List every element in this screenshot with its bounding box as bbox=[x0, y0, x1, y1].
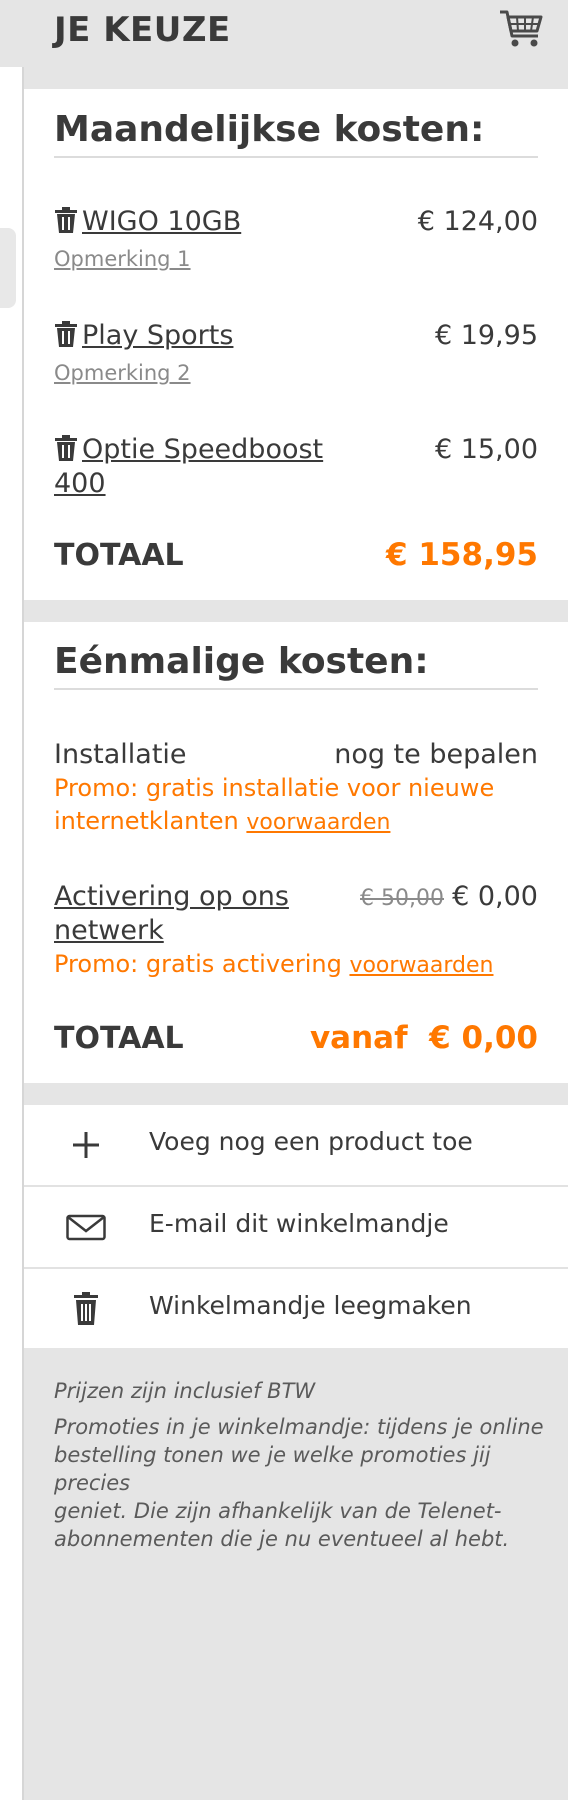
monthly-costs-panel: Maandelijkse kosten: WIGO 10GB € 124,00 … bbox=[24, 89, 568, 600]
activation-label-line2[interactable]: netwerk bbox=[54, 914, 164, 948]
activation-price: € 0,00 bbox=[452, 881, 538, 912]
onetime-total-value: vanaf € 0,00 bbox=[309, 1020, 538, 1056]
item-price-speedboost: € 15,00 bbox=[434, 434, 538, 465]
left-page-edge bbox=[0, 67, 24, 1800]
item-name-speedboost-line2[interactable]: 400 bbox=[54, 467, 106, 501]
item-name-play-sports[interactable]: Play Sports bbox=[54, 319, 233, 353]
item-price-play-sports: € 19,95 bbox=[434, 320, 538, 351]
onetime-costs-title: Eénmalige kosten: bbox=[54, 641, 538, 690]
promo-note-line: Promoties in je winkelmandje: tijdens je… bbox=[54, 1415, 544, 1439]
envelope-icon bbox=[66, 1214, 106, 1241]
plus-icon bbox=[73, 1132, 99, 1158]
installation-conditions-link[interactable]: voorwaarden bbox=[246, 810, 390, 835]
item-price-wigo: € 124,00 bbox=[417, 206, 538, 237]
monthly-total-label: TOTAAL bbox=[54, 538, 184, 573]
trash-icon bbox=[74, 1292, 98, 1325]
left-page-tab bbox=[0, 228, 16, 308]
item-name-speedboost[interactable]: Optie Speedboost bbox=[54, 433, 323, 467]
empty-cart-label[interactable]: Winkelmandje leegmaken bbox=[149, 1291, 472, 1320]
item-label[interactable]: Optie Speedboost bbox=[82, 434, 323, 465]
activation-conditions-link[interactable]: voorwaarden bbox=[349, 953, 493, 978]
cart-actions-panel: Voeg nog een product toe E-mail dit wink… bbox=[24, 1105, 568, 1348]
item-name-wigo[interactable]: WIGO 10GB bbox=[54, 205, 241, 239]
promo-note: Promoties in je winkelmandje: tijdens je… bbox=[54, 1413, 544, 1553]
vat-note: Prijzen zijn inclusief BTW bbox=[54, 1379, 316, 1403]
promo-text: Promo: gratis activering bbox=[54, 950, 342, 978]
monthly-total-value: € 158,95 bbox=[386, 537, 538, 573]
activation-label[interactable]: Activering op ons bbox=[54, 880, 289, 914]
promo-note-line: geniet. Die zijn afhankelijk van de Tele… bbox=[54, 1499, 502, 1523]
promo-note-line: bestelling tonen we je welke promoties j… bbox=[54, 1443, 491, 1495]
trash-icon[interactable] bbox=[54, 435, 78, 461]
add-product-label[interactable]: Voeg nog een product toe bbox=[149, 1127, 473, 1156]
email-cart-button[interactable]: E-mail dit winkelmandje bbox=[24, 1187, 568, 1269]
monthly-costs-title: Maandelijkse kosten: bbox=[54, 109, 538, 158]
onetime-costs-panel: Eénmalige kosten: Installatie nog te bep… bbox=[24, 622, 568, 1083]
promo-text: Promo: gratis installatie voor nieuwe bbox=[54, 774, 495, 802]
item-note-link[interactable]: Opmerking 1 bbox=[54, 245, 191, 273]
email-cart-label[interactable]: E-mail dit winkelmandje bbox=[149, 1209, 449, 1238]
shopping-cart-icon[interactable] bbox=[498, 6, 544, 50]
trash-icon[interactable] bbox=[54, 207, 78, 233]
cart-header: JE KEUZE bbox=[24, 0, 568, 88]
add-product-button[interactable]: Voeg nog een product toe bbox=[24, 1105, 568, 1187]
promo-text: internetklanten bbox=[54, 807, 239, 835]
item-label[interactable]: WIGO 10GB bbox=[82, 206, 241, 237]
item-label[interactable]: Play Sports bbox=[82, 320, 233, 351]
empty-cart-button[interactable]: Winkelmandje leegmaken bbox=[24, 1269, 568, 1349]
activation-old-price: € 50,00 bbox=[360, 886, 444, 911]
cart-title: JE KEUZE bbox=[54, 10, 231, 50]
promo-note-line: abonnementen die je nu eventueel al hebt… bbox=[54, 1527, 510, 1551]
installation-label: Installatie bbox=[54, 739, 187, 770]
activation-promo: Promo: gratis activering voorwaarden bbox=[54, 948, 524, 982]
onetime-total-label: TOTAAL bbox=[54, 1021, 184, 1056]
installation-promo: Promo: gratis installatie voor nieuwe in… bbox=[54, 772, 524, 839]
trash-icon[interactable] bbox=[54, 321, 78, 347]
installation-value: nog te bepalen bbox=[334, 739, 538, 770]
item-note-link[interactable]: Opmerking 2 bbox=[54, 359, 191, 387]
